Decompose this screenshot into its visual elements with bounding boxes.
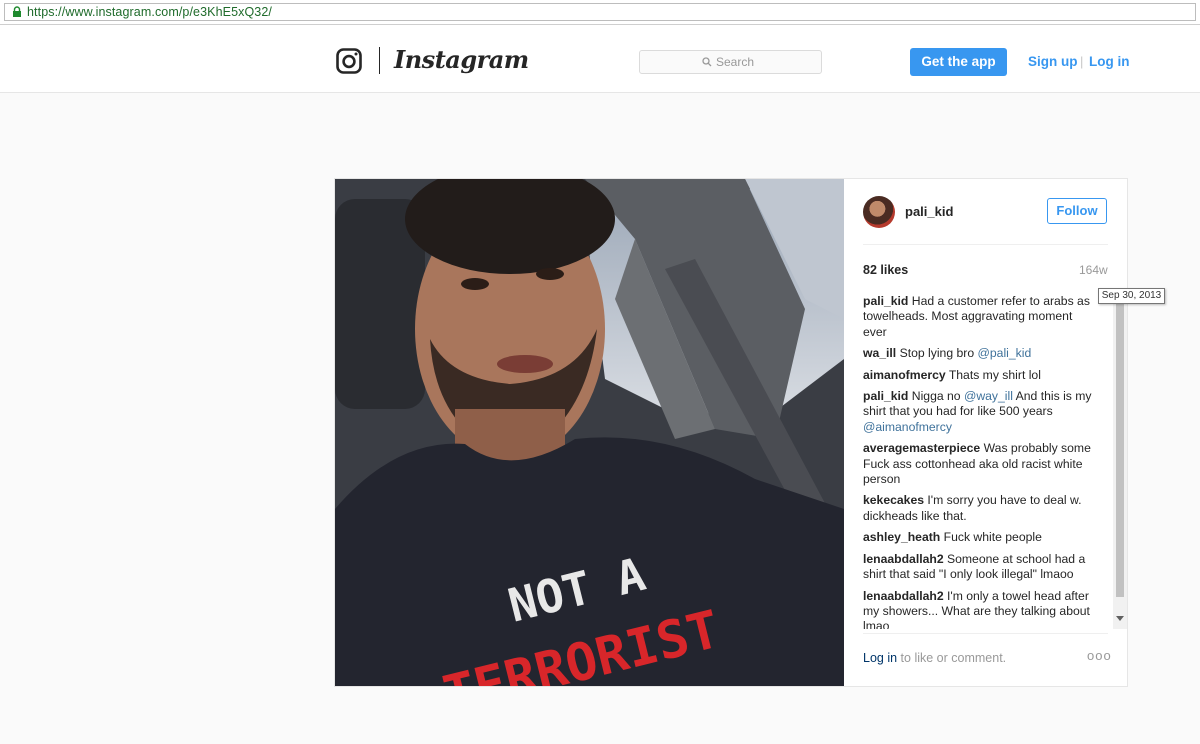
lock-icon [13,6,21,17]
comment-item: aimanofmercy Thats my shirt lol [863,368,1098,383]
post-age[interactable]: 164w [1079,263,1108,277]
comment-item: pali_kid Nigga no @way_ill And this is m… [863,389,1098,435]
instagram-wordmark[interactable]: Instagram [394,45,529,74]
comment-mention[interactable]: @pali_kid [978,346,1032,360]
scrollbar-thumb[interactable] [1116,294,1124,597]
comment-item: ashley_heath Fuck white people [863,530,1098,545]
comments-list: pali_kid Had a customer refer to arabs a… [863,294,1098,629]
date-tooltip: Sep 30, 2013 [1098,288,1165,304]
comment-username[interactable]: averagemasterpiece [863,441,980,455]
logo-divider [379,47,380,74]
more-options-icon[interactable]: ooo [1087,648,1112,663]
sign-up-link[interactable]: Sign up [1028,54,1078,69]
comment-text: Stop lying bro [899,346,975,361]
comment-text: Nigga no [911,389,961,404]
link-separator: | [1080,54,1084,69]
follow-button[interactable]: Follow [1047,198,1107,224]
comment-item: pali_kid Had a customer refer to arabs a… [863,294,1098,340]
search-icon [702,57,712,67]
login-prompt: Log in to like or comment. [863,651,1006,665]
comment-item: averagemasterpiece Was probably some Fuc… [863,441,1098,487]
scroll-down-arrow-icon[interactable] [1116,616,1124,621]
search-input[interactable]: Search [639,50,822,74]
comment-username[interactable]: kekecakes [863,493,924,507]
comments-scrollbar[interactable] [1113,294,1127,629]
divider [863,633,1108,634]
avatar[interactable] [863,196,895,228]
comment-item: lenaabdallah2 I'm only a towel head afte… [863,589,1098,630]
post-username[interactable]: pali_kid [905,204,953,219]
comment-mention[interactable]: @aimanofmercy [863,420,952,434]
post-photo[interactable]: NOT A TERRORIST [335,179,844,686]
comment-mention[interactable]: @way_ill [964,389,1013,403]
instagram-glyph-icon[interactable] [336,48,362,74]
likes-count[interactable]: 82 likes [863,263,908,277]
comment-item: lenaabdallah2 Someone at school had a sh… [863,552,1098,583]
photo-illustration: NOT A TERRORIST [335,179,844,686]
login-prompt-text: to like or comment. [900,651,1007,665]
address-field[interactable]: https://www.instagram.com/p/e3KhE5xQ32/ [4,3,1196,21]
comment-item: kekecakes I'm sorry you have to deal w. … [863,493,1098,524]
comment-username[interactable]: pali_kid [863,389,908,403]
comment-username[interactable]: pali_kid [863,294,908,308]
get-the-app-button[interactable]: Get the app [910,48,1007,76]
post-sidebar: pali_kid Follow 82 likes 164w Sep 30, 20… [844,179,1165,686]
comment-item: wa_ill Stop lying bro @pali_kid [863,346,1098,361]
comment-username[interactable]: wa_ill [863,346,896,360]
site-header: Instagram Search Get the app Sign up | L… [0,25,1200,93]
comment-username[interactable]: aimanofmercy [863,368,946,382]
comment-username[interactable]: lenaabdallah2 [863,589,944,603]
log-in-link[interactable]: Log in [1089,54,1130,69]
footer-log-in-link[interactable]: Log in [863,651,897,665]
divider [863,244,1108,245]
comment-username[interactable]: ashley_heath [863,530,940,544]
comment-text: Thats my shirt lol [948,367,1041,382]
comment-text: Fuck white people [943,530,1042,545]
browser-url-bar: https://www.instagram.com/p/e3KhE5xQ32/ [0,0,1200,25]
comment-username[interactable]: lenaabdallah2 [863,552,944,566]
search-placeholder: Search [716,55,755,69]
post-card: NOT A TERRORIST pali_kid Follow 82 likes… [334,178,1165,687]
url-text: https://www.instagram.com/p/e3KhE5xQ32/ [27,5,272,19]
